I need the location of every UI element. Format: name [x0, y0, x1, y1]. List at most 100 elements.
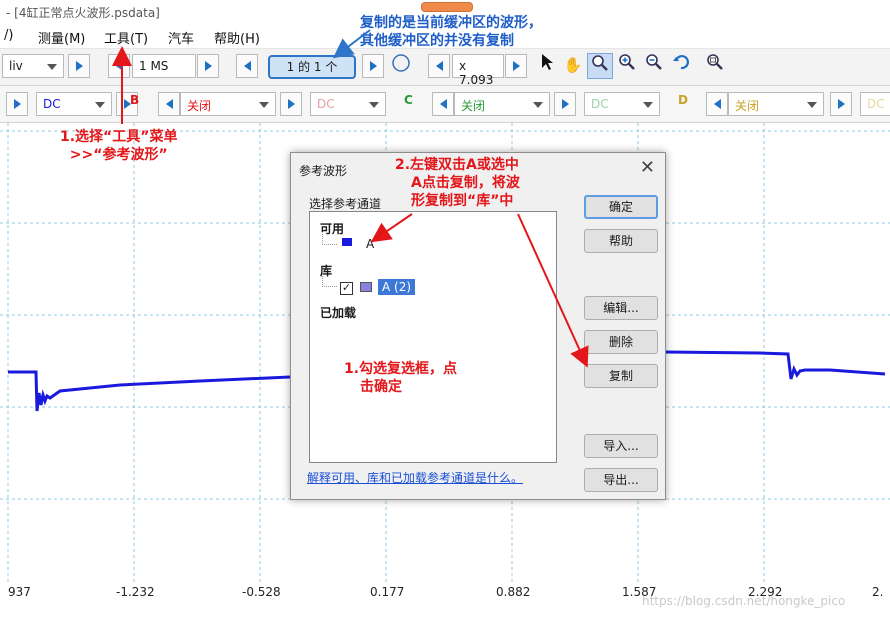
zoom-fit-icon[interactable]: [702, 53, 728, 79]
watermark: https://blog.csdn.net/hongke_pico: [642, 594, 846, 608]
channel-c-prev-button[interactable]: [432, 92, 454, 116]
available-item-a[interactable]: A: [366, 237, 374, 251]
compass-icon[interactable]: [388, 53, 414, 79]
library-item-checkbox[interactable]: ✓: [340, 282, 353, 295]
copy-button[interactable]: 复制: [584, 364, 658, 388]
timebase-value: 1 MS: [139, 59, 169, 73]
tree-connector: [322, 234, 337, 245]
channel-a-next-button[interactable]: [6, 92, 28, 116]
window-title: - [4缸正常点火波形.psdata]: [6, 6, 160, 20]
chevron-down-icon: [643, 102, 653, 108]
channel-d-coupling-value: DC: [867, 97, 885, 111]
buffer-next-button[interactable]: [362, 54, 384, 78]
edit-button[interactable]: 编辑...: [584, 296, 658, 320]
axis-tick: -0.528: [242, 585, 281, 599]
axis-tick: -1.232: [116, 585, 155, 599]
div-combo[interactable]: liv: [2, 54, 64, 78]
chevron-down-icon: [369, 102, 379, 108]
zoom-prev-button[interactable]: [428, 54, 450, 78]
export-button[interactable]: 导出...: [584, 468, 658, 492]
channel-c-next-button[interactable]: [554, 92, 576, 116]
zoom-in-icon[interactable]: [614, 53, 640, 79]
timebase-combo[interactable]: 1 MS: [132, 54, 196, 78]
axis-tick: 937: [8, 585, 31, 599]
tree-connector: [322, 276, 337, 287]
annotation-line: >>“参考波形”: [69, 147, 168, 163]
select-channel-label: 选择参考通道: [309, 197, 382, 211]
annotation-step2-copy: 2.左键双击A或选中 A点击复制，将波 形复制到“库”中: [395, 156, 520, 210]
annotation-line: 2.左键双击A或选中: [395, 157, 519, 173]
div-combo-value: liv: [9, 59, 23, 73]
channel-c-coupling-value: DC: [591, 97, 609, 111]
annotation-line: A点击复制，将波: [411, 175, 520, 191]
annotation-line: 形复制到“库”中: [411, 193, 514, 209]
axis-tick: 0.177: [370, 585, 405, 599]
undo-zoom-icon[interactable]: [668, 53, 694, 79]
channel-color-swatch: [342, 238, 352, 246]
menu-tools[interactable]: 工具(T): [104, 28, 148, 47]
chevron-down-icon: [95, 102, 105, 108]
annotation-line: 复制的是当前缓冲区的波形，: [360, 15, 542, 31]
buffer-indicator[interactable]: 1 的 1 个: [268, 55, 356, 79]
annotation-copy-note: 复制的是当前缓冲区的波形， 其他缓冲区的并没有复制: [360, 14, 542, 50]
reference-channel-tree[interactable]: 可用 A 库 ✓ A (2) 已加载: [309, 211, 557, 463]
zoom-combo[interactable]: x 7.093: [452, 54, 504, 87]
channel-c-range[interactable]: 关闭: [454, 92, 550, 116]
chevron-down-icon: [47, 64, 57, 70]
zoom-next-button[interactable]: [505, 54, 527, 78]
channel-d-label[interactable]: D: [678, 93, 688, 107]
channel-b-next-button[interactable]: [280, 92, 302, 116]
import-button[interactable]: 导入...: [584, 434, 658, 458]
pointer-icon[interactable]: [534, 53, 560, 79]
timebase-next-button[interactable]: [197, 54, 219, 78]
axis-tick: 2.: [872, 585, 884, 599]
channel-d-next-button[interactable]: [830, 92, 852, 116]
chevron-down-icon: [259, 102, 269, 108]
zoom-out-icon[interactable]: [641, 53, 667, 79]
channel-b-range-value: 关闭: [187, 99, 212, 113]
section-loaded: 已加载: [320, 306, 357, 320]
delete-button[interactable]: 删除: [584, 330, 658, 354]
channel-b-prev-button[interactable]: [158, 92, 180, 116]
annotation-line: 1.勾选复选框，点: [344, 361, 458, 377]
channel-d-range[interactable]: 关闭: [728, 92, 824, 116]
channel-b-coupling-value: DC: [317, 97, 335, 111]
channel-c-label[interactable]: C: [404, 93, 413, 107]
annotation-step1-tools: 1.选择“工具”菜单 >>“参考波形”: [60, 128, 177, 164]
menu-view[interactable]: /): [4, 28, 13, 43]
timebase-prev-button[interactable]: [108, 54, 130, 78]
channel-b-coupling[interactable]: DC: [310, 92, 386, 116]
buffer-prev-button[interactable]: [236, 54, 258, 78]
title-tab-marker: [421, 2, 473, 12]
channel-c-coupling[interactable]: DC: [584, 92, 660, 116]
dialog-title: 参考波形: [299, 164, 348, 178]
annotation-line: 击确定: [360, 379, 402, 395]
chevron-down-icon: [807, 102, 817, 108]
channel-a-coupling-value: DC: [43, 97, 61, 111]
help-button[interactable]: 帮助: [584, 229, 658, 253]
menu-auto[interactable]: 汽车: [168, 28, 194, 47]
channel-d-coupling[interactable]: DC: [860, 92, 890, 116]
menu-help[interactable]: 帮助(H): [214, 28, 260, 47]
close-icon[interactable]: ✕: [640, 157, 655, 178]
div-next-button[interactable]: [68, 54, 90, 78]
channel-b-label[interactable]: B: [130, 93, 139, 107]
zoom-region-icon[interactable]: [587, 53, 613, 79]
ok-button[interactable]: 确定: [584, 195, 658, 219]
library-item-a2[interactable]: A (2): [378, 279, 416, 295]
toolbar-capture: liv 1 MS x 7.093: [0, 49, 890, 87]
hand-icon[interactable]: ✋: [560, 53, 586, 79]
axis-tick: 0.882: [496, 585, 531, 599]
channel-d-range-value: 关闭: [735, 99, 760, 113]
channel-color-swatch: [360, 282, 372, 292]
zoom-value: x 7.093: [459, 59, 494, 87]
annotation-step3-check: 1.勾选复选框，点 击确定: [344, 360, 457, 396]
channel-c-range-value: 关闭: [461, 99, 486, 113]
menu-measure[interactable]: 测量(M): [38, 28, 85, 47]
channel-d-prev-button[interactable]: [706, 92, 728, 116]
chevron-down-icon: [533, 102, 543, 108]
annotation-line: 1.选择“工具”菜单: [60, 129, 178, 145]
channel-a-coupling[interactable]: DC: [36, 92, 112, 116]
explain-link[interactable]: 解释可用、库和已加载参考通道是什么。: [307, 469, 523, 486]
channel-b-range[interactable]: 关闭: [180, 92, 276, 116]
